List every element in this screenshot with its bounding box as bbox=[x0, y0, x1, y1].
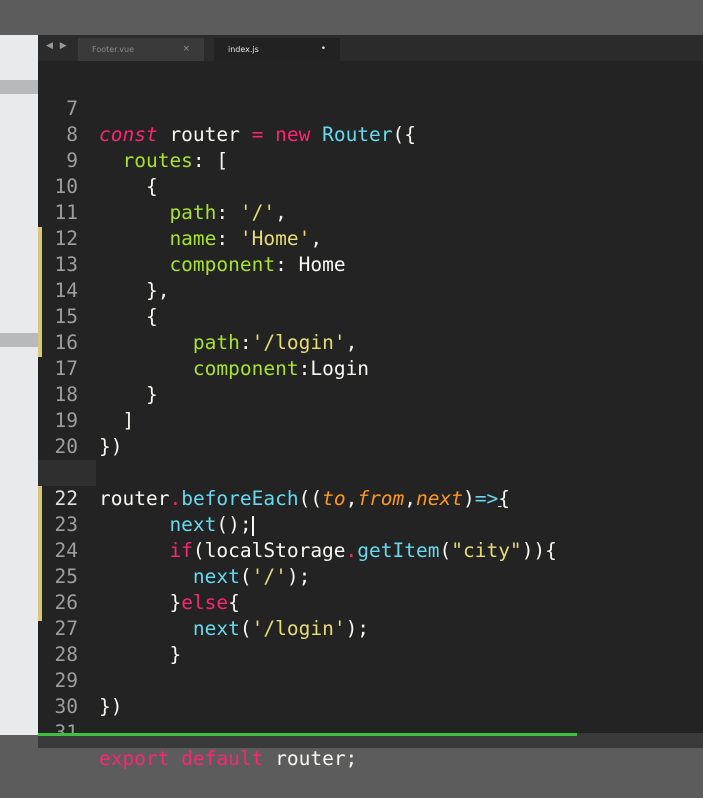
code-line: 18 ] bbox=[38, 356, 703, 432]
code-line: 12 component: Home bbox=[38, 200, 703, 276]
tab-index-js[interactable]: index.js • bbox=[214, 38, 340, 61]
code-line: 20 bbox=[38, 408, 703, 458]
code-editor[interactable]: 7 const router = new Router({ 8 routes: … bbox=[38, 61, 703, 770]
code-line: 21 router.beforeEach((to,from,next)=>{ bbox=[38, 434, 703, 510]
code-line: 7 const router = new Router({ bbox=[38, 70, 703, 146]
unsaved-dot-icon[interactable]: • bbox=[321, 44, 326, 54]
close-icon[interactable]: × bbox=[182, 44, 190, 54]
code-line: 23 if(localStorage.getItem("city")){ bbox=[38, 486, 703, 562]
status-bar bbox=[38, 733, 703, 748]
code-line: 30 bbox=[38, 668, 703, 718]
code-line: 15 path:'/login', bbox=[38, 278, 703, 354]
tab-footer-vue[interactable]: Footer.vue × bbox=[78, 38, 204, 61]
code-line: 13 }, bbox=[38, 226, 703, 302]
code-line: 14 { bbox=[38, 252, 703, 328]
code-line: 19 }) bbox=[38, 382, 703, 458]
code-line: 8 routes: [ bbox=[38, 96, 703, 172]
code-line: 25 }else{ bbox=[38, 538, 703, 614]
code-line: 22 next(); bbox=[38, 460, 703, 536]
code-line: 26 next('/login'); bbox=[38, 564, 703, 640]
code-line: 10 path: '/', bbox=[38, 148, 703, 224]
code-line: 17 } bbox=[38, 330, 703, 406]
code-line: 9 { bbox=[38, 122, 703, 198]
sidebar-highlight bbox=[0, 333, 38, 347]
code-line: 11 name: 'Home', bbox=[38, 174, 703, 250]
progress-bar bbox=[38, 733, 577, 736]
tab-label: index.js bbox=[228, 45, 259, 54]
tab-label: Footer.vue bbox=[92, 45, 134, 54]
code-line: 29 }) bbox=[38, 642, 703, 718]
tab-nav-arrows[interactable]: ◀ ▶ bbox=[46, 41, 69, 51]
code-line: 28 bbox=[38, 616, 703, 666]
sidebar-highlight bbox=[0, 80, 38, 94]
code-line: 16 component:Login bbox=[38, 304, 703, 380]
sidebar-panel bbox=[0, 35, 38, 735]
tab-bar: ◀ ▶ Footer.vue × index.js • bbox=[38, 35, 703, 61]
code-line: 31 export default router; bbox=[38, 694, 703, 770]
code-line: 27 } bbox=[38, 590, 703, 666]
code-line: 24 next('/'); bbox=[38, 512, 703, 588]
